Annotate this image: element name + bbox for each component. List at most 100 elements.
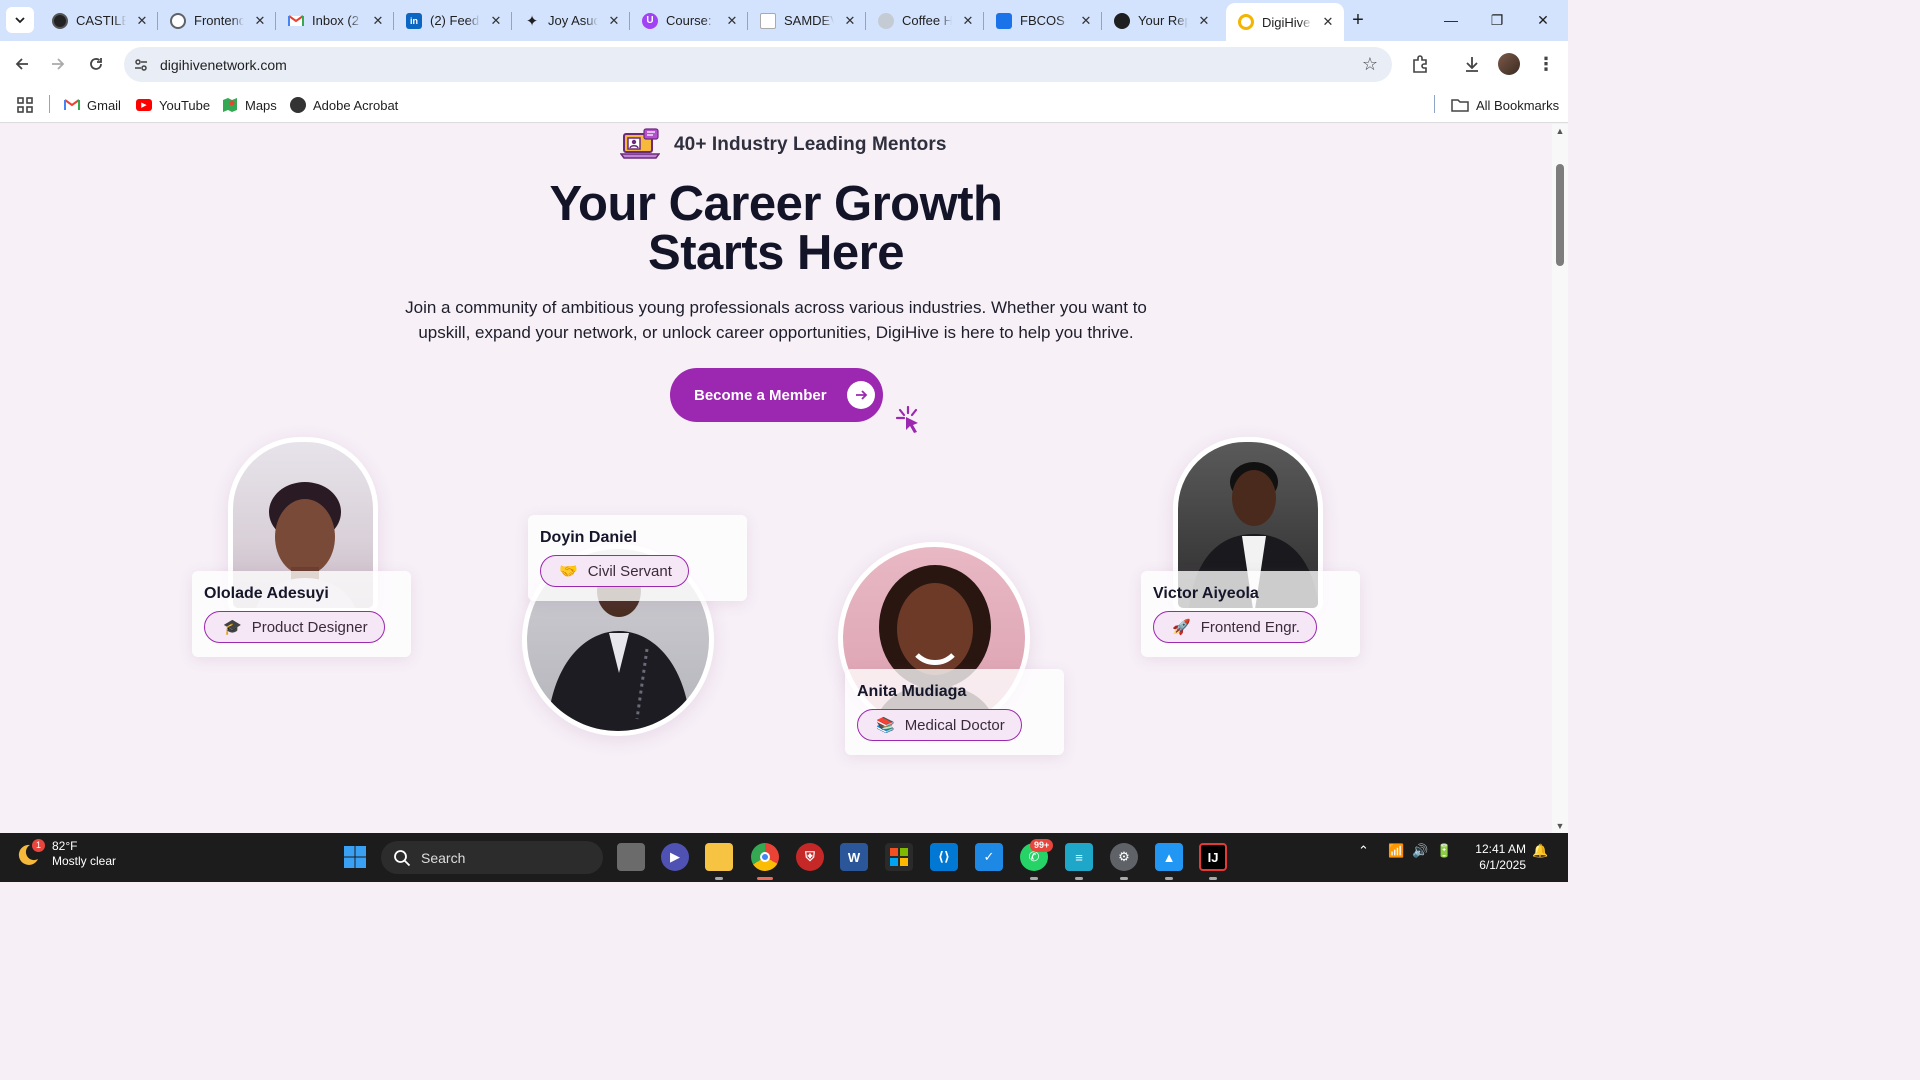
whatsapp-app[interactable]: ✆ 99+ bbox=[1020, 839, 1054, 871]
wifi-icon[interactable]: 📶 bbox=[1388, 843, 1404, 859]
store-app[interactable] bbox=[885, 843, 913, 871]
title-line-1: Your Career Growth bbox=[549, 177, 1003, 231]
tab-inbox[interactable]: Inbox (2 ✕ bbox=[276, 4, 394, 37]
menu-button[interactable]: ⋮ bbox=[1534, 52, 1558, 76]
extensions-button[interactable] bbox=[1408, 52, 1432, 76]
browser-toolbar: digihivenetwork.com ☆ ⋮ bbox=[0, 41, 1568, 87]
subtitle-line-2: upskill, expand your network, or unlock … bbox=[418, 323, 1134, 342]
close-icon[interactable]: ✕ bbox=[252, 13, 268, 29]
youtube-icon: ▶ bbox=[136, 99, 152, 111]
word-icon: W bbox=[847, 849, 861, 865]
mentor-name: Doyin Daniel bbox=[540, 529, 637, 546]
bookmark-star-icon[interactable]: ☆ bbox=[1362, 54, 1378, 75]
new-tab-button[interactable]: + bbox=[1346, 8, 1370, 32]
site-info-icon[interactable] bbox=[128, 52, 154, 78]
address-bar[interactable]: digihivenetwork.com ☆ bbox=[124, 47, 1392, 82]
minimize-button[interactable]: — bbox=[1428, 0, 1474, 40]
page-subtitle: Join a community of ambitious young prof… bbox=[376, 295, 1176, 345]
tab-title: Your Rep bbox=[1138, 13, 1188, 28]
tab-fbcos[interactable]: FBCOS ✕ bbox=[984, 4, 1102, 37]
tray-overflow-icon[interactable]: ⌃ bbox=[1358, 843, 1369, 859]
tab-linkedin[interactable]: in (2) Feed ✕ bbox=[394, 4, 512, 37]
scrollbar-thumb[interactable] bbox=[1556, 164, 1564, 266]
tab-course[interactable]: U Course: ✕ bbox=[630, 4, 748, 37]
mentor-card-anita: Anita Mudiaga 📚 Medical Doctor bbox=[845, 669, 1064, 755]
page-title: Your Career Growth Starts Here bbox=[376, 180, 1176, 278]
reload-button[interactable] bbox=[82, 50, 110, 78]
taskbar-search[interactable]: Search bbox=[381, 841, 603, 874]
notification-bell-icon[interactable]: 🔔 bbox=[1532, 843, 1548, 859]
profile-button[interactable] bbox=[1497, 52, 1521, 76]
tab-joy[interactable]: ✦ Joy Asuq ✕ bbox=[512, 4, 630, 37]
become-member-button[interactable]: Become a Member bbox=[670, 368, 883, 422]
close-icon[interactable]: ✕ bbox=[724, 13, 740, 29]
photos-app[interactable]: ▲ bbox=[1155, 843, 1183, 871]
back-button[interactable] bbox=[8, 50, 36, 78]
page-scrollbar[interactable]: ▲ ▼ bbox=[1552, 124, 1568, 833]
chat-favicon-icon bbox=[996, 12, 1012, 29]
close-icon[interactable]: ✕ bbox=[960, 13, 976, 29]
clock[interactable]: 12:41 AM 6/1/2025 bbox=[1470, 841, 1526, 873]
bookmark-youtube[interactable]: ▶ YouTube bbox=[136, 94, 210, 116]
file-explorer-app[interactable] bbox=[705, 843, 733, 871]
title-line-2: Starts Here bbox=[648, 226, 904, 280]
mentor-count-text: 40+ Industry Leading Mentors bbox=[674, 134, 947, 155]
search-icon bbox=[394, 849, 411, 866]
bookmark-label: Gmail bbox=[87, 97, 121, 113]
tab-castile[interactable]: CASTILE ✕ bbox=[40, 4, 158, 37]
close-icon[interactable]: ✕ bbox=[370, 13, 386, 29]
security-app[interactable]: ⛨ bbox=[796, 843, 824, 871]
tab-digihive[interactable]: DigiHive ✕ bbox=[1226, 3, 1344, 41]
close-icon[interactable]: ✕ bbox=[842, 13, 858, 29]
bookmarks-bar: Gmail ▶ YouTube Maps Adobe Acrobat All B… bbox=[0, 87, 1568, 123]
close-icon[interactable]: ✕ bbox=[606, 13, 622, 29]
close-window-button[interactable]: ✕ bbox=[1520, 0, 1566, 40]
teams-app[interactable]: ▶ bbox=[661, 843, 689, 871]
close-icon[interactable]: ✕ bbox=[1196, 13, 1212, 29]
digihive-favicon-icon bbox=[1238, 14, 1254, 30]
defender-app[interactable]: ✓ bbox=[975, 843, 1003, 871]
jetbrains-app[interactable]: IJ bbox=[1199, 843, 1227, 871]
gear-icon: ⚙ bbox=[1118, 849, 1130, 864]
tab-search-button[interactable] bbox=[6, 7, 34, 33]
bookmark-gmail[interactable]: Gmail bbox=[64, 94, 121, 116]
weather-badge: 1 bbox=[32, 839, 46, 852]
scroll-down-arrow-icon[interactable]: ▼ bbox=[1555, 821, 1565, 831]
bookmark-label: YouTube bbox=[159, 97, 211, 113]
notepad-icon: ≡ bbox=[1075, 849, 1083, 865]
all-bookmarks-button[interactable]: All Bookmarks bbox=[1451, 94, 1559, 116]
clock-date: 6/1/2025 bbox=[1479, 858, 1526, 872]
close-icon[interactable]: ✕ bbox=[1320, 14, 1336, 30]
settings-app[interactable]: ⚙ bbox=[1110, 843, 1138, 871]
tab-samdev[interactable]: SAMDEV ✕ bbox=[748, 4, 866, 37]
doc-favicon-icon bbox=[760, 12, 776, 29]
battery-icon[interactable]: 🔋 bbox=[1436, 843, 1452, 859]
mentor-role: Civil Servant bbox=[587, 562, 672, 580]
plus-icon: + bbox=[1352, 8, 1364, 31]
tab-github[interactable]: Your Rep ✕ bbox=[1102, 4, 1220, 37]
apps-button[interactable] bbox=[16, 94, 34, 116]
arrow-right-icon bbox=[52, 58, 65, 70]
bookmark-maps[interactable]: Maps bbox=[222, 94, 277, 116]
volume-icon[interactable]: 🔊 bbox=[1412, 843, 1428, 859]
word-app[interactable]: W bbox=[840, 843, 868, 871]
forward-button[interactable] bbox=[44, 50, 72, 78]
kebab-menu-icon: ⋮ bbox=[1537, 53, 1555, 74]
chrome-app[interactable] bbox=[751, 843, 779, 871]
notepad-app[interactable]: ≡ bbox=[1065, 843, 1093, 871]
close-icon[interactable]: ✕ bbox=[1078, 13, 1094, 29]
downloads-button[interactable] bbox=[1460, 52, 1484, 76]
start-button[interactable] bbox=[341, 843, 369, 871]
tab-coffee[interactable]: Coffee H ✕ bbox=[866, 4, 984, 37]
close-icon[interactable]: ✕ bbox=[134, 13, 150, 29]
cta-label: Become a Member bbox=[694, 386, 827, 404]
restore-button[interactable]: ❐ bbox=[1474, 0, 1520, 40]
tab-title: FBCOS bbox=[1020, 13, 1065, 28]
bookmark-adobe-acrobat[interactable]: Adobe Acrobat bbox=[290, 94, 398, 116]
weather-widget[interactable]: 1 82°F Mostly clear bbox=[18, 839, 116, 869]
task-view-button[interactable] bbox=[617, 843, 645, 871]
vscode-app[interactable]: ⟨⟩ bbox=[930, 843, 958, 871]
scroll-up-arrow-icon[interactable]: ▲ bbox=[1555, 126, 1565, 136]
close-icon[interactable]: ✕ bbox=[488, 13, 504, 29]
tab-frontend[interactable]: Frontend ✕ bbox=[158, 4, 276, 37]
